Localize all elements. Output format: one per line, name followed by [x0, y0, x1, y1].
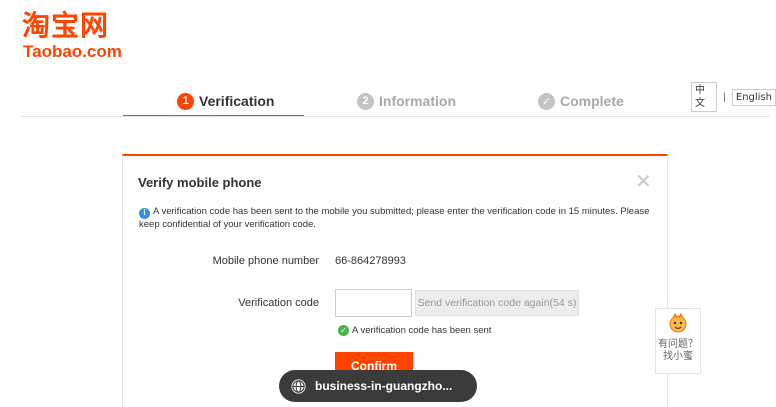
close-icon[interactable]: ✕ [635, 172, 652, 192]
header-divider [20, 116, 770, 117]
globe-icon [291, 378, 306, 394]
notice-text: A verification code has been sent to the… [139, 206, 650, 230]
url-text: business-in-guangzho... [315, 379, 453, 393]
resend-code-button[interactable]: Send verification code again(54 s) [415, 290, 579, 316]
help-widget[interactable]: 有问题？ 找小蜜 [655, 308, 701, 374]
logo-english-text: Taobao.com [23, 42, 122, 61]
help-line-2: 找小蜜 [663, 351, 693, 362]
check-icon: ✓ [538, 92, 555, 110]
success-check-icon: ✓ [338, 325, 349, 336]
step-label: Verification [199, 93, 275, 109]
verification-notice: iA verification code has been sent to th… [139, 206, 659, 231]
step-number-badge: 1 [177, 92, 194, 110]
taobao-logo[interactable]: 淘宝网 Taobao.com [20, 8, 140, 64]
info-icon: i [139, 207, 150, 219]
step-label: Complete [560, 93, 624, 109]
verification-code-input[interactable] [335, 289, 412, 317]
step-information: 2 Information [357, 86, 456, 116]
dialog-title: Verify mobile phone [138, 175, 262, 190]
progress-steps: 1 Verification 2 Information ✓ Complete [123, 86, 663, 118]
phone-label: Mobile phone number [212, 255, 319, 267]
help-line-1: 有问题？ [658, 339, 698, 350]
phone-value: 66-864278993 [335, 255, 406, 267]
step-verification: 1 Verification [177, 86, 274, 116]
step-label: Information [379, 93, 456, 109]
step-number-badge: 2 [357, 92, 374, 110]
language-switcher: 中文 | English [691, 82, 776, 112]
language-separator: | [723, 91, 726, 103]
sent-status-text: A verification code has been sent [352, 325, 492, 336]
url-pill[interactable]: business-in-guangzho... [279, 370, 477, 402]
step-complete: ✓ Complete [538, 86, 624, 116]
logo-chinese-text: 淘宝网 [22, 9, 110, 42]
language-english-button[interactable]: English [731, 88, 776, 106]
mascot-icon [669, 312, 687, 333]
language-chinese-button[interactable]: 中文 [691, 82, 718, 112]
code-label: Verification code [238, 297, 319, 309]
code-sent-status: ✓ A verification code has been sent [338, 325, 491, 336]
